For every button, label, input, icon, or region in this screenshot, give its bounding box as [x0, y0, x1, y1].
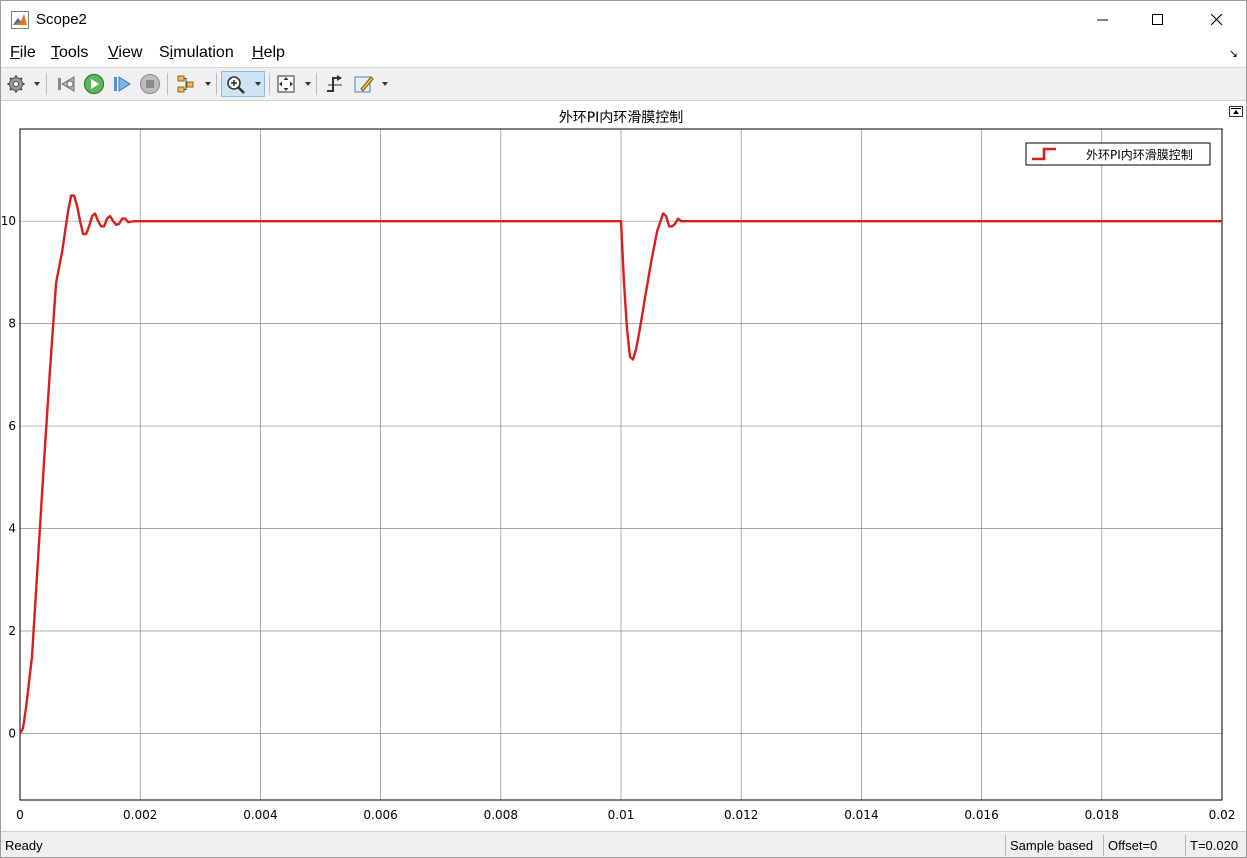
zoom-in-icon — [227, 76, 245, 94]
toolbar — [1, 67, 1246, 101]
menu-bar: File Tools View Simulation Help ↘ — [1, 39, 1246, 67]
minimize-button[interactable] — [1080, 1, 1126, 39]
dock-arrow-icon[interactable]: ↘ — [1229, 47, 1238, 60]
undock-icon — [1231, 108, 1241, 114]
y-tick-label: 0 — [8, 726, 16, 740]
menu-tools[interactable]: Tools — [51, 44, 88, 62]
x-tick-label: 0.002 — [123, 808, 157, 822]
gear-icon — [7, 75, 25, 93]
matlab-icon — [11, 11, 29, 29]
scope-plot-area[interactable]: 外环PI内环滑膜控制 0 0.002 0.004 0.006 0.008 0.01 0.01… — [1, 102, 1246, 831]
highlight-dropdown-arrow[interactable] — [382, 82, 388, 86]
status-sample-mode: Sample based — [1005, 835, 1103, 856]
x-tick-label: 0 — [16, 808, 24, 822]
menu-help[interactable]: Help — [252, 44, 285, 62]
zoom-in-button[interactable] — [221, 71, 265, 97]
x-tick-label: 0.004 — [243, 808, 277, 822]
step-forward-icon — [114, 76, 131, 92]
x-tick-label: 0.008 — [484, 808, 518, 822]
toolbar-separator — [46, 73, 47, 95]
stop-button[interactable] — [139, 73, 161, 95]
step-back-icon — [58, 76, 75, 92]
status-text: Ready — [5, 838, 43, 853]
autoscale-button[interactable] — [275, 73, 297, 95]
run-icon — [83, 73, 105, 95]
maximize-button[interactable] — [1135, 1, 1181, 39]
scope-chart[interactable]: 外环PI内环滑膜控制 0 0.002 0.004 0.006 0.008 0.01 0.01… — [1, 102, 1246, 831]
settings-button[interactable] — [5, 73, 27, 95]
close-button[interactable] — [1194, 1, 1240, 39]
chart-title: 外环PI内环滑膜控制 — [559, 109, 684, 126]
step-back-button[interactable] — [55, 73, 77, 95]
autoscale-icon — [277, 75, 295, 93]
autoscale-dropdown-arrow[interactable] — [305, 82, 311, 86]
signal-selector-icon — [177, 75, 194, 93]
y-tick-label: 8 — [8, 317, 16, 331]
x-tick-label: 0.02 — [1209, 808, 1236, 822]
toolbar-separator — [216, 73, 217, 95]
status-offset: Offset=0 — [1103, 835, 1185, 856]
scope-window: Scope2 File Tools View Simulation Help ↘ — [0, 0, 1247, 858]
y-tick-label: 4 — [8, 522, 16, 536]
status-bar: Ready Sample based Offset=0 T=0.020 — [1, 831, 1246, 857]
y-tick-label: 2 — [8, 624, 16, 638]
menu-simulation[interactable]: Simulation — [159, 44, 234, 62]
menu-file[interactable]: File — [10, 44, 36, 62]
stop-icon — [140, 74, 160, 94]
menu-view[interactable]: View — [108, 44, 142, 62]
signal-selector-button[interactable] — [175, 73, 197, 95]
x-tick-label: 0.016 — [964, 808, 998, 822]
x-tick-label: 0.006 — [363, 808, 397, 822]
toolbar-separator — [316, 73, 317, 95]
triggers-icon — [327, 75, 342, 92]
maximize-icon — [1152, 14, 1163, 25]
toolbar-separator — [167, 73, 168, 95]
highlight-button[interactable] — [353, 73, 375, 95]
highlight-icon — [354, 76, 374, 93]
x-tick-label: 0.01 — [608, 808, 635, 822]
run-button[interactable] — [83, 73, 105, 95]
close-icon — [1211, 14, 1223, 26]
toolbar-separator — [269, 73, 270, 95]
signal-selector-dropdown-arrow[interactable] — [205, 82, 211, 86]
legend[interactable]: 外环PI内环滑膜控制 — [1025, 142, 1211, 166]
x-tick-label: 0.014 — [844, 808, 878, 822]
x-tick-label: 0.012 — [724, 808, 758, 822]
y-tick-label: 10 — [1, 214, 16, 228]
y-tick-label: 6 — [8, 419, 16, 433]
status-time: T=0.020 — [1185, 835, 1246, 856]
x-tick-label: 0.018 — [1085, 808, 1119, 822]
zoom-dropdown-arrow[interactable] — [255, 82, 261, 86]
minimize-icon — [1097, 19, 1108, 21]
title-bar[interactable]: Scope2 — [1, 1, 1246, 39]
undock-button[interactable] — [1229, 106, 1243, 117]
window-title: Scope2 — [36, 11, 87, 28]
ticks: 0 0.002 0.004 0.006 0.008 0.01 0.012 0.014 0.016… — [1, 214, 1235, 822]
step-forward-button[interactable] — [111, 73, 133, 95]
legend-label: 外环PI内环滑膜控制 — [1086, 148, 1193, 162]
triggers-button[interactable] — [324, 73, 346, 95]
settings-dropdown-arrow[interactable] — [34, 82, 40, 86]
